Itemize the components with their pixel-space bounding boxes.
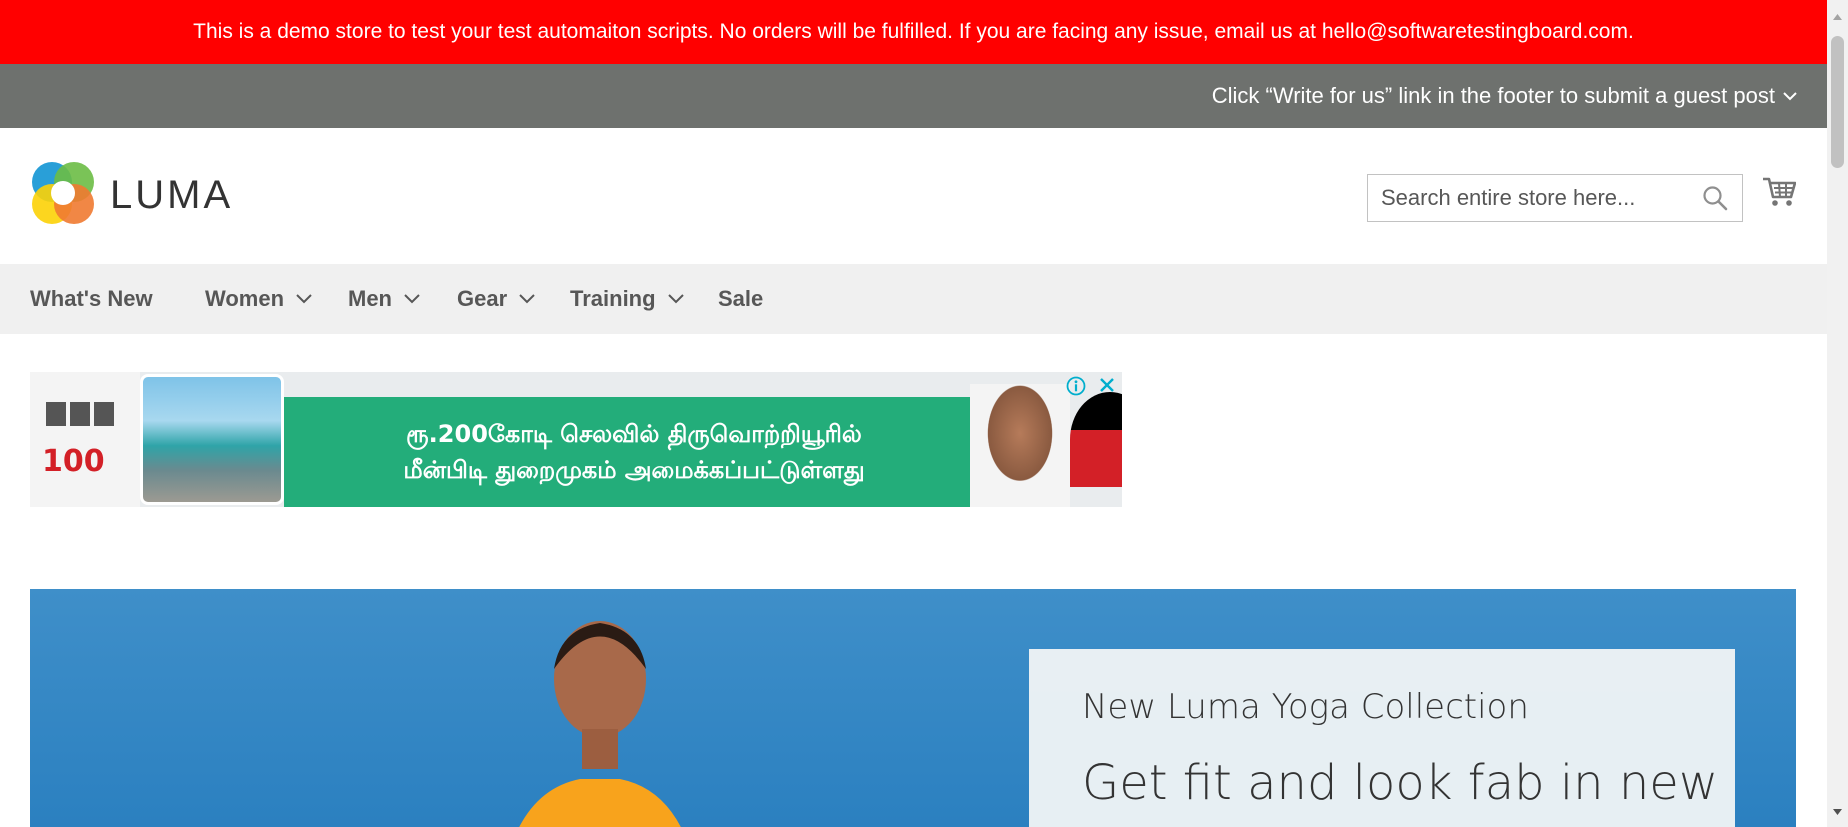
yoga-model-image xyxy=(519,621,681,827)
cart-icon[interactable] xyxy=(1762,176,1797,213)
scroll-up-arrow-icon[interactable] xyxy=(1832,8,1843,26)
nav-item-whats-new[interactable]: What's New xyxy=(30,264,153,334)
logo-text[interactable]: LUMA xyxy=(110,173,233,218)
nav-item-training[interactable]: Training xyxy=(570,264,684,334)
nav-item-label[interactable]: Men xyxy=(348,286,392,312)
close-icon[interactable] xyxy=(1098,374,1116,400)
demo-notice-banner: This is a demo store to test your test a… xyxy=(0,0,1827,64)
luma-logo[interactable]: LUMA xyxy=(30,160,233,231)
hero-subtitle: New Luma Yoga Collection xyxy=(1082,687,1529,727)
advertisement-banner[interactable]: 100 ரூ.200கோடி செலவில் திருவொற்றியூரில் … xyxy=(30,372,1122,507)
nav-item-men[interactable]: Men xyxy=(348,264,420,334)
guest-post-bar[interactable]: Click “Write for us” link in the footer … xyxy=(0,64,1827,128)
nav-item-women[interactable]: Women xyxy=(205,264,312,334)
nav-item-label[interactable]: Gear xyxy=(457,286,507,312)
search-input[interactable] xyxy=(1368,176,1688,220)
site-header: LUMA xyxy=(0,128,1827,264)
hero-title: Get fit and look fab in new xyxy=(1082,755,1719,811)
scrollbar-thumb[interactable] xyxy=(1831,36,1844,168)
luma-logo-icon[interactable] xyxy=(30,160,96,231)
page-scrollbar[interactable] xyxy=(1827,0,1848,827)
ad-party-emblem xyxy=(1070,392,1122,487)
demo-notice-text: This is a demo store to test your test a… xyxy=(193,20,1634,43)
search-box[interactable] xyxy=(1367,174,1743,222)
chevron-down-icon[interactable] xyxy=(519,294,535,304)
main-navigation: What's New Women Men Gear Training Sale xyxy=(0,264,1827,334)
guest-post-text[interactable]: Click “Write for us” link in the footer … xyxy=(1212,83,1775,109)
info-icon[interactable] xyxy=(1066,376,1086,401)
chevron-down-icon[interactable] xyxy=(296,294,312,304)
ad-person-photo xyxy=(970,384,1070,507)
search-icon[interactable] xyxy=(1702,185,1728,216)
nav-item-label[interactable]: Sale xyxy=(718,286,763,312)
chevron-down-icon[interactable] xyxy=(1783,91,1797,101)
ad-portrait-strip xyxy=(46,402,114,426)
nav-item-label[interactable]: Women xyxy=(205,286,284,312)
chevron-down-icon[interactable] xyxy=(404,294,420,304)
ad-harbour-photo xyxy=(140,374,284,505)
ad-logo-panel: 100 xyxy=(30,372,140,507)
ad-badge: 100 xyxy=(42,444,105,479)
hero-banner[interactable]: New Luma Yoga Collection Get fit and loo… xyxy=(30,589,1796,827)
ad-text-panel[interactable]: ரூ.200கோடி செலவில் திருவொற்றியூரில் மீன்… xyxy=(284,397,984,507)
nav-item-label[interactable]: What's New xyxy=(30,286,153,312)
hero-promo-card: New Luma Yoga Collection Get fit and loo… xyxy=(1029,649,1735,827)
scroll-down-arrow-icon[interactable] xyxy=(1832,803,1843,821)
nav-item-gear[interactable]: Gear xyxy=(457,264,535,334)
ad-line-2: மீன்பிடி துறைமுகம் அமைக்கப்பட்டுள்ளது xyxy=(403,456,865,484)
ad-line-1: ரூ.200கோடி செலவில் திருவொற்றியூரில் xyxy=(406,420,862,448)
chevron-down-icon[interactable] xyxy=(667,294,684,304)
nav-item-sale[interactable]: Sale xyxy=(718,264,763,334)
nav-item-label[interactable]: Training xyxy=(570,286,656,312)
